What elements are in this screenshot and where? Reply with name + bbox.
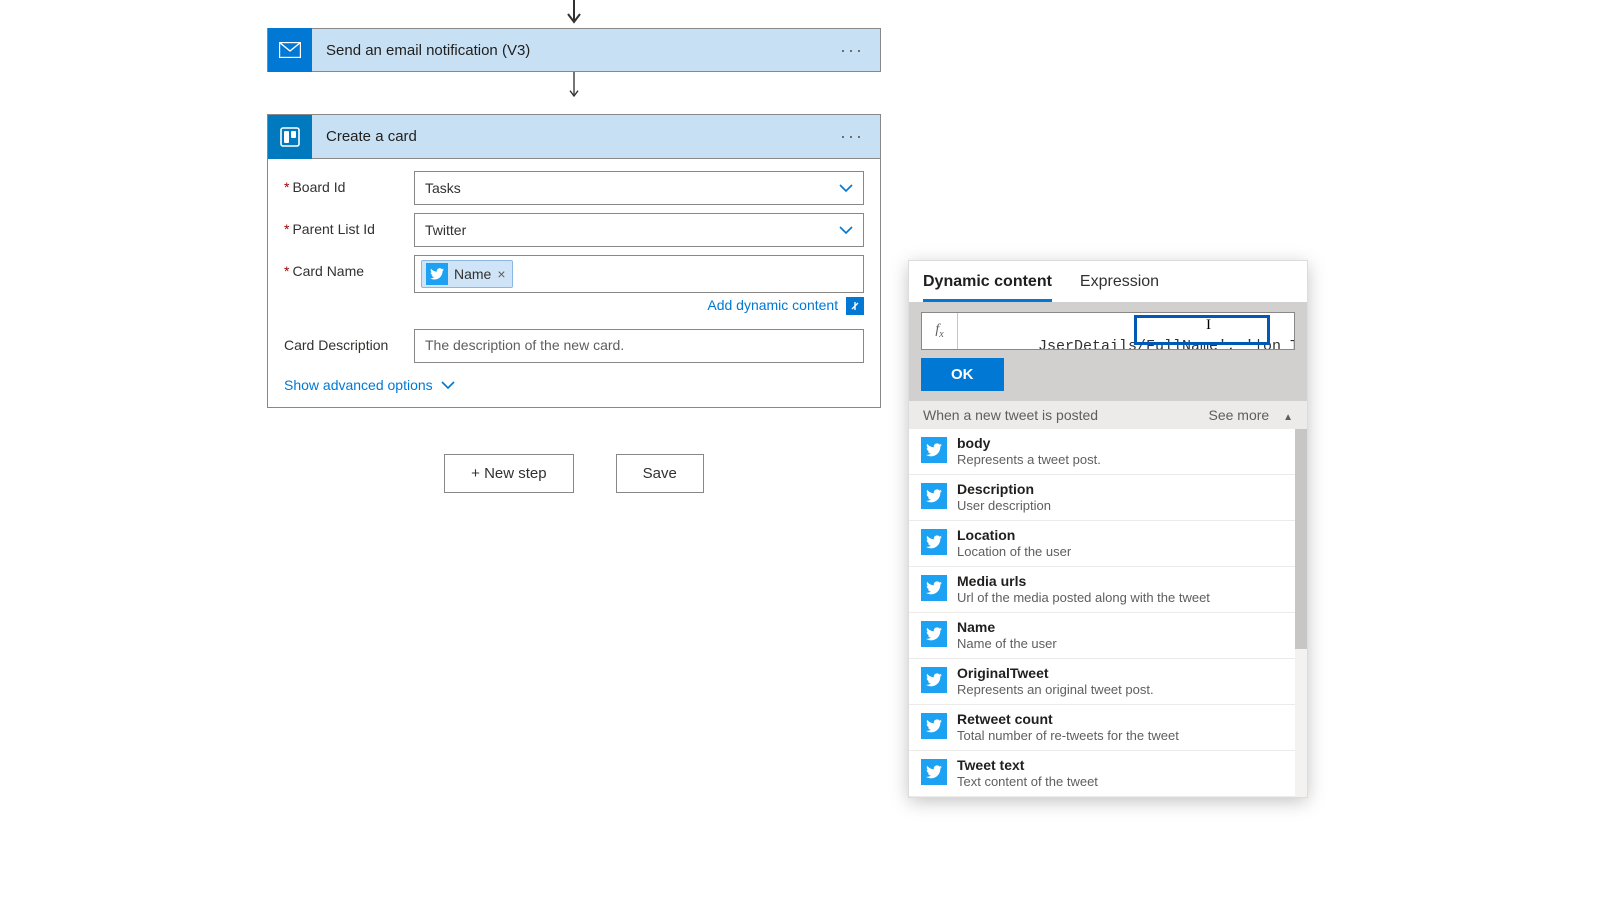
dc-item-desc: Text content of the tweet <box>957 774 1098 789</box>
step-menu-button[interactable]: ··· <box>824 40 880 61</box>
twitter-icon <box>921 575 947 601</box>
trello-icon <box>268 115 312 159</box>
dc-item[interactable]: OriginalTweetRepresents an original twee… <box>909 659 1307 705</box>
new-step-button[interactable]: + New step <box>444 454 573 493</box>
dynamic-token-name[interactable]: Name × <box>421 260 513 288</box>
token-label: Name <box>454 266 491 282</box>
twitter-icon <box>921 483 947 509</box>
dc-tabs: Dynamic content Expression <box>909 261 1307 302</box>
twitter-icon <box>921 529 947 555</box>
dc-item-desc: Location of the user <box>957 544 1071 559</box>
mail-icon <box>268 28 312 72</box>
step-title: Create a card <box>326 128 810 145</box>
step-title: Send an email notification (V3) <box>326 42 810 59</box>
expression-input[interactable]: fx JserDetails/FullName', '|on Twitter')… <box>921 312 1295 350</box>
dc-item-title: OriginalTweet <box>957 665 1154 681</box>
dynamic-content-panel: Dynamic content Expression fx JserDetail… <box>909 261 1307 797</box>
dc-item-title: Retweet count <box>957 711 1179 727</box>
flow-canvas: Send an email notification (V3) ··· Crea… <box>267 0 881 493</box>
twitter-icon <box>921 437 947 463</box>
dc-item-desc: User description <box>957 498 1051 513</box>
see-more-link[interactable]: See more <box>1209 407 1270 423</box>
field-label-cardname: Card Name <box>284 255 414 279</box>
scrollbar-thumb[interactable] <box>1295 429 1307 649</box>
dc-item-title: Location <box>957 527 1071 543</box>
dc-item-desc: Total number of re-tweets for the tweet <box>957 728 1179 743</box>
dc-item-title: Media urls <box>957 573 1210 589</box>
dc-item[interactable]: bodyRepresents a tweet post. <box>909 429 1307 475</box>
add-dynamic-content-link[interactable]: Add dynamic content <box>707 297 838 313</box>
dc-item[interactable]: Retweet countTotal number of re-tweets f… <box>909 705 1307 751</box>
text-cursor-icon: I <box>1206 317 1211 334</box>
dc-item-desc: Represents a tweet post. <box>957 452 1101 467</box>
field-label-list: Parent List Id <box>284 213 414 237</box>
dc-item[interactable]: LocationLocation of the user <box>909 521 1307 567</box>
save-button[interactable]: Save <box>616 454 704 493</box>
board-value: Tasks <box>425 180 461 196</box>
dc-item-list: bodyRepresents a tweet post.DescriptionU… <box>909 429 1307 797</box>
dc-item[interactable]: DescriptionUser description <box>909 475 1307 521</box>
scrollbar-track[interactable] <box>1295 429 1307 797</box>
dc-item-desc: Url of the media posted along with the t… <box>957 590 1210 605</box>
flow-arrow <box>267 72 881 114</box>
twitter-icon <box>921 713 947 739</box>
twitter-icon <box>921 667 947 693</box>
dc-item-title: Tweet text <box>957 757 1098 773</box>
dc-item-title: Name <box>957 619 1057 635</box>
dc-item[interactable]: Media urlsUrl of the media posted along … <box>909 567 1307 613</box>
step-body: Board Id Tasks Parent List Id Twitter <box>268 159 880 407</box>
caret-up-icon: ▲ <box>1283 412 1293 423</box>
step-header[interactable]: Create a card ··· <box>268 115 880 159</box>
step-create-card: Create a card ··· Board Id Tasks Parent … <box>267 114 881 408</box>
list-value: Twitter <box>425 222 466 238</box>
twitter-icon <box>921 759 947 785</box>
dc-group-header[interactable]: When a new tweet is posted See more ▲ <box>909 401 1307 429</box>
token-remove-icon[interactable]: × <box>497 266 505 282</box>
flow-arrow <box>267 0 881 28</box>
dc-group-title: When a new tweet is posted <box>923 407 1098 423</box>
list-select[interactable]: Twitter <box>414 213 864 247</box>
chevron-down-icon <box>839 184 853 192</box>
dc-item-title: body <box>957 435 1101 451</box>
cardname-input[interactable]: Name × <box>414 255 864 293</box>
step-menu-button[interactable]: ··· <box>824 126 880 147</box>
ok-button[interactable]: OK <box>921 358 1004 391</box>
twitter-icon <box>921 621 947 647</box>
tab-dynamic-content[interactable]: Dynamic content <box>923 273 1052 302</box>
canvas-footer: + New step Save <box>267 454 881 493</box>
dc-item[interactable]: NameName of the user <box>909 613 1307 659</box>
chevron-down-icon <box>839 226 853 234</box>
field-label-board: Board Id <box>284 171 414 195</box>
add-dynamic-content-icon[interactable] <box>846 297 864 315</box>
expression-area: fx JserDetails/FullName', '|on Twitter')… <box>909 302 1307 401</box>
dc-item-desc: Represents an original tweet post. <box>957 682 1154 697</box>
chevron-down-icon <box>441 381 455 389</box>
tab-expression[interactable]: Expression <box>1080 273 1159 302</box>
board-select[interactable]: Tasks <box>414 171 864 205</box>
twitter-icon <box>426 263 448 285</box>
fx-icon: fx <box>922 313 958 349</box>
field-label-desc: Card Description <box>284 329 414 353</box>
expression-text[interactable]: JserDetails/FullName', '|on Twitter') I <box>958 313 1294 349</box>
description-input[interactable]: The description of the new card. <box>414 329 864 363</box>
dc-item-title: Description <box>957 481 1051 497</box>
dc-item[interactable]: Tweet textText content of the tweet <box>909 751 1307 797</box>
show-advanced-link[interactable]: Show advanced options <box>284 377 455 393</box>
dc-item-desc: Name of the user <box>957 636 1057 651</box>
step-send-email[interactable]: Send an email notification (V3) ··· <box>267 28 881 72</box>
